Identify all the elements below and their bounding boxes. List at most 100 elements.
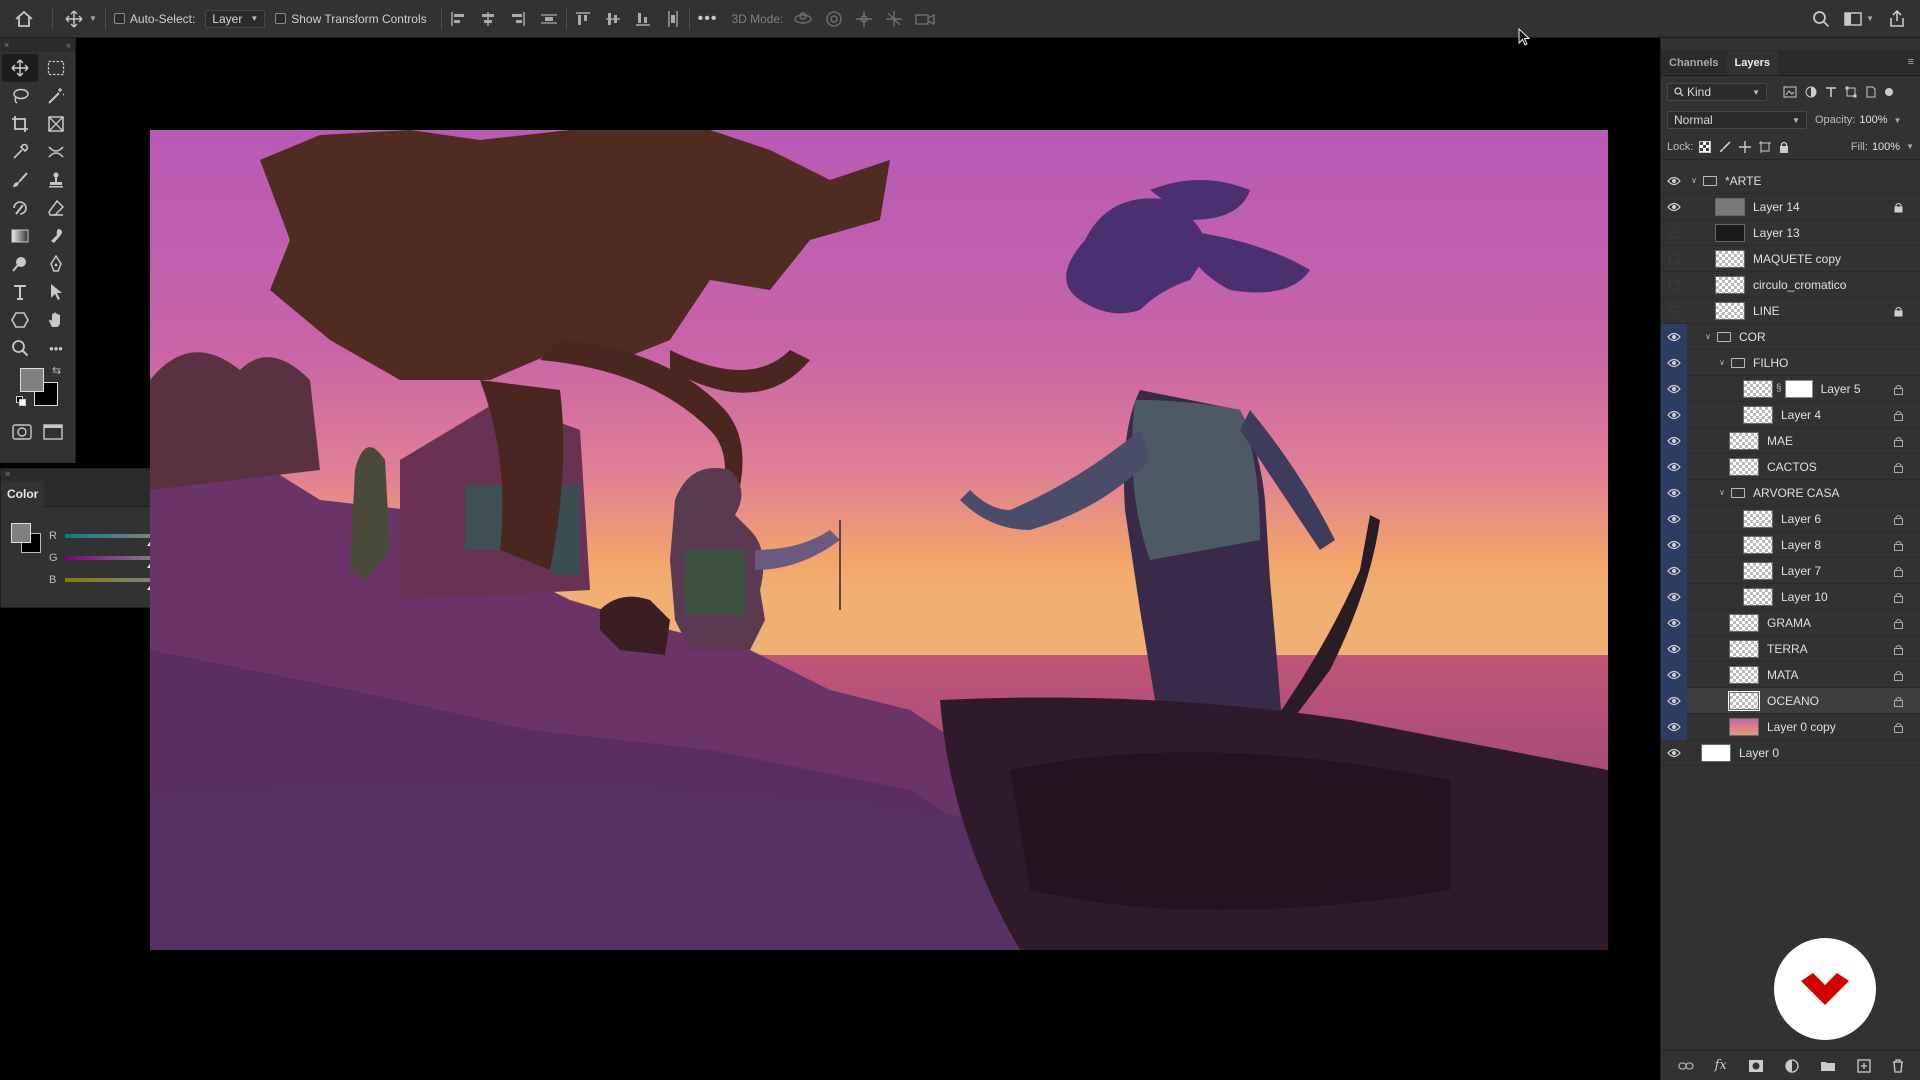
layer-name[interactable]: Layer 13: [1753, 226, 1800, 240]
layer-name[interactable]: MAQUETE copy: [1753, 252, 1841, 266]
history-brush-tool[interactable]: [2, 194, 38, 222]
layer-row[interactable]: Layer 7: [1661, 557, 1920, 584]
layer-mask-thumbnail[interactable]: [1784, 379, 1813, 398]
align-top-icon[interactable]: [575, 11, 591, 27]
distribute-horizontal-icon[interactable]: [540, 11, 558, 27]
layer-group-row[interactable]: ∨ COR: [1661, 323, 1920, 350]
layer-row[interactable]: OCEANO: [1661, 687, 1920, 714]
default-colors-icon[interactable]: [16, 396, 26, 406]
layer-name[interactable]: Layer 0 copy: [1767, 720, 1836, 734]
smudge-tool[interactable]: [38, 222, 74, 250]
layer-name[interactable]: MAE: [1767, 434, 1793, 448]
pen-tool[interactable]: [38, 250, 74, 278]
align-horizontal-center-icon[interactable]: [480, 11, 496, 27]
mask-link-icon[interactable]: §: [1776, 383, 1782, 394]
chevron-down-icon[interactable]: ▼: [1894, 116, 1902, 125]
align-right-icon[interactable]: [510, 11, 526, 27]
distribute-vertical-icon[interactable]: [665, 10, 681, 28]
checkbox-box[interactable]: [113, 13, 125, 24]
dodge-tool[interactable]: [2, 250, 38, 278]
layer-name[interactable]: *ARTE: [1725, 174, 1761, 188]
visibility-toggle[interactable]: [1661, 401, 1687, 428]
layer-filter-dropdown[interactable]: Kind ▼: [1667, 83, 1767, 101]
share-icon[interactable]: [1888, 9, 1906, 28]
layer-row[interactable]: Layer 13: [1661, 220, 1920, 246]
layer-name[interactable]: Layer 14: [1753, 200, 1800, 214]
layer-group-row[interactable]: ∨ ARVORE CASA: [1661, 479, 1920, 506]
lock-transparent-pixels-icon[interactable]: [1699, 140, 1712, 153]
layer-row[interactable]: Layer 0 copy: [1661, 713, 1920, 740]
auto-select-dropdown[interactable]: Layer ▼: [205, 9, 266, 28]
lock-artboard-icon[interactable]: [1759, 140, 1772, 153]
layer-row[interactable]: Layer 10: [1661, 583, 1920, 610]
visibility-toggle[interactable]: [1661, 246, 1687, 272]
layer-row[interactable]: MATA: [1661, 661, 1920, 688]
close-icon[interactable]: ×: [5, 469, 10, 481]
visibility-toggle[interactable]: [1661, 453, 1687, 480]
shape-filter-icon[interactable]: [1845, 86, 1857, 98]
layer-row[interactable]: Layer 4: [1661, 401, 1920, 428]
layer-name[interactable]: circulo_cromatico: [1753, 278, 1846, 292]
visibility-toggle[interactable]: [1661, 505, 1687, 532]
layer-name[interactable]: COR: [1739, 330, 1766, 344]
fill-input[interactable]: 100%: [1872, 141, 1900, 153]
layer-row[interactable]: Layer 0: [1661, 740, 1920, 766]
delete-layer-icon[interactable]: [1892, 1058, 1904, 1073]
hand-tool[interactable]: [38, 306, 74, 334]
adjustment-layer-icon[interactable]: [1785, 1058, 1799, 1073]
group-toggle-caret[interactable]: ∨: [1689, 176, 1699, 185]
foreground-color-swatch[interactable]: [11, 523, 31, 543]
visibility-toggle[interactable]: [1661, 375, 1687, 402]
screen-mode-icon[interactable]: [43, 424, 63, 440]
auto-select-checkbox[interactable]: Auto-Select:: [113, 0, 195, 38]
visibility-toggle[interactable]: [1661, 427, 1687, 454]
crop-tool[interactable]: [2, 110, 38, 138]
visibility-toggle[interactable]: [1661, 194, 1687, 220]
layer-name[interactable]: LINE: [1753, 304, 1780, 318]
visibility-toggle[interactable]: [1661, 661, 1687, 688]
layer-name[interactable]: Layer 7: [1781, 564, 1821, 578]
path-selection-tool[interactable]: [38, 278, 74, 306]
panel-grip[interactable]: ×«: [0, 38, 75, 52]
layer-name[interactable]: Layer 5: [1821, 382, 1861, 396]
layer-name[interactable]: Layer 4: [1781, 408, 1821, 422]
layer-group-row[interactable]: ∨ FILHO: [1661, 349, 1920, 376]
layer-name[interactable]: Layer 6: [1781, 512, 1821, 526]
stamp-tool[interactable]: [38, 166, 74, 194]
layer-row[interactable]: Layer 8: [1661, 531, 1920, 558]
move-tool[interactable]: [2, 54, 38, 82]
visibility-toggle[interactable]: [1661, 609, 1687, 636]
group-toggle-caret[interactable]: ∨: [1703, 332, 1713, 341]
layer-row[interactable]: circulo_cromatico: [1661, 272, 1920, 298]
marquee-tool[interactable]: [38, 54, 74, 82]
show-transform-checkbox[interactable]: Show Transform Controls: [275, 0, 427, 38]
workspace-switcher[interactable]: ▼: [1844, 11, 1874, 27]
smart-object-filter-icon[interactable]: [1865, 86, 1877, 98]
link-layers-icon[interactable]: [1677, 1061, 1694, 1071]
layer-row[interactable]: Layer 14: [1661, 194, 1920, 220]
3d-slide-icon[interactable]: [885, 10, 903, 28]
group-toggle-caret[interactable]: ∨: [1717, 358, 1727, 367]
search-icon[interactable]: [1812, 10, 1830, 28]
frame-tool[interactable]: [38, 110, 74, 138]
layer-name[interactable]: OCEANO: [1767, 694, 1819, 708]
visibility-toggle[interactable]: [1661, 298, 1687, 324]
layer-name[interactable]: Layer 8: [1781, 538, 1821, 552]
visibility-toggle[interactable]: [1661, 713, 1687, 740]
pixel-layer-filter-icon[interactable]: [1783, 86, 1797, 98]
eyedropper-tool[interactable]: [2, 138, 38, 166]
layer-name[interactable]: Layer 0: [1739, 746, 1779, 760]
tab-channels[interactable]: Channels: [1661, 51, 1727, 75]
quick-mask-icon[interactable]: [12, 424, 32, 440]
type-tool[interactable]: [2, 278, 38, 306]
move-tool-preset[interactable]: ▼: [65, 0, 97, 38]
document-canvas[interactable]: [150, 130, 1608, 950]
add-mask-icon[interactable]: [1748, 1059, 1764, 1073]
align-vertical-center-icon[interactable]: [605, 11, 621, 27]
lasso-tool[interactable]: [2, 82, 38, 110]
layer-row[interactable]: GRAMA: [1661, 609, 1920, 636]
adjustment-filter-icon[interactable]: [1805, 86, 1817, 98]
new-group-icon[interactable]: [1820, 1060, 1836, 1072]
visibility-toggle[interactable]: [1661, 531, 1687, 558]
3d-pan-icon[interactable]: [855, 10, 873, 28]
